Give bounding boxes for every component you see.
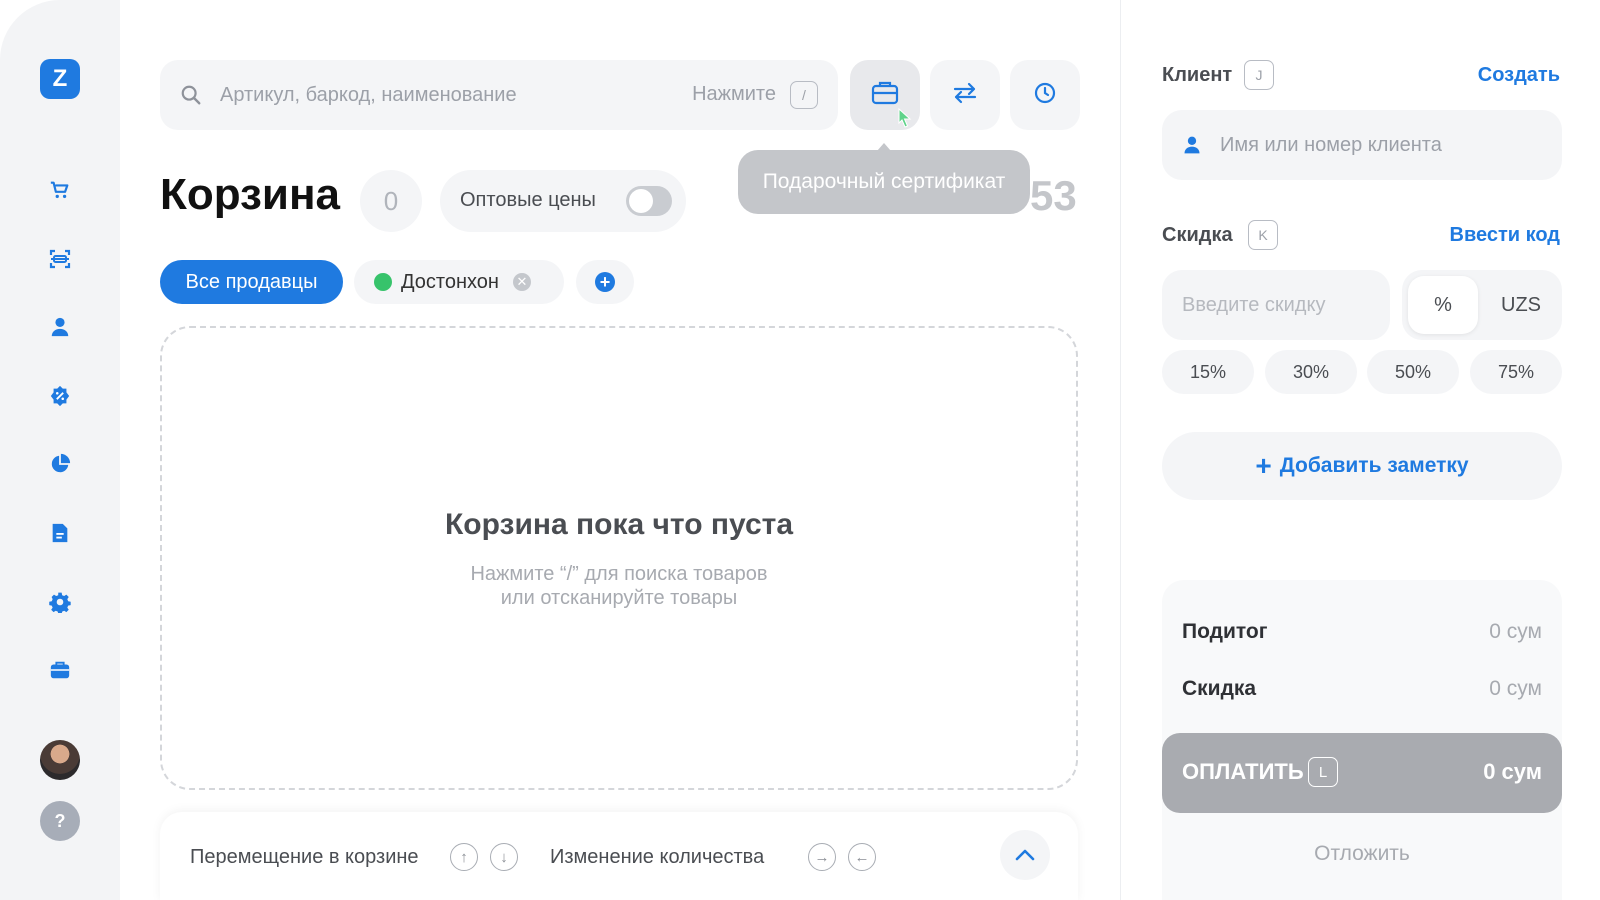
seller-name: Достонхон bbox=[401, 270, 499, 293]
search-icon bbox=[180, 84, 202, 111]
pay-amount: 0 сум bbox=[1483, 759, 1542, 784]
client-shortcut-key: J bbox=[1244, 60, 1274, 90]
pie-chart-icon[interactable] bbox=[48, 452, 72, 476]
wholesale-prices-label: Оптовые цены bbox=[460, 189, 596, 211]
enter-code-link[interactable]: Ввести код bbox=[1450, 224, 1561, 247]
unit-percent-option[interactable]: % bbox=[1408, 276, 1478, 334]
arrow-up-icon: ↑ bbox=[450, 843, 478, 871]
search-input[interactable] bbox=[220, 78, 660, 112]
user-icon bbox=[1182, 134, 1202, 161]
wholesale-switch[interactable] bbox=[626, 186, 672, 216]
document-icon[interactable] bbox=[48, 521, 72, 545]
create-client-link[interactable]: Создать bbox=[1478, 64, 1560, 87]
pay-shortcut-key: L bbox=[1308, 757, 1338, 787]
collapse-button[interactable] bbox=[1000, 830, 1050, 880]
shortcuts-bar: Перемещение в корзине ↑ ↓ Изменение коли… bbox=[160, 812, 1078, 900]
add-seller-button[interactable]: + bbox=[576, 260, 634, 304]
page-title: Корзина bbox=[160, 170, 340, 219]
cart-icon[interactable] bbox=[48, 178, 72, 202]
wholesale-prices-toggle[interactable]: Оптовые цены bbox=[440, 170, 686, 232]
discount-preset-75[interactable]: 75% bbox=[1470, 350, 1562, 394]
client-label: Клиент bbox=[1162, 64, 1233, 86]
subtotal-label: Подитог bbox=[1182, 620, 1268, 643]
mouse-cursor-icon bbox=[898, 107, 912, 133]
panel-divider bbox=[1120, 0, 1121, 900]
order-summary: Подитог 0 сум Скидка 0 сум ОПЛАТИТЬ L 0 … bbox=[1162, 580, 1562, 900]
discount-preset-15[interactable]: 15% bbox=[1162, 350, 1254, 394]
add-note-label: Добавить заметку bbox=[1279, 454, 1469, 477]
exchange-button[interactable] bbox=[930, 60, 1000, 130]
empty-cart-hint-line2: или отсканируйте товары bbox=[500, 587, 738, 609]
cart-dropzone: Корзина пока что пуста Нажмите “/” для п… bbox=[160, 326, 1078, 790]
discount-field bbox=[1162, 270, 1390, 340]
discount-shortcut-key: K bbox=[1248, 220, 1278, 250]
briefcase-icon[interactable] bbox=[48, 658, 72, 682]
summary-discount-value: 0 сум bbox=[1489, 677, 1542, 700]
swap-arrows-icon bbox=[952, 81, 978, 110]
arrow-right-icon: → bbox=[808, 843, 836, 871]
gift-card-icon bbox=[871, 80, 899, 111]
seller-status-dot bbox=[374, 273, 392, 291]
help-icon[interactable]: ? bbox=[40, 801, 80, 841]
subtotal-value: 0 сум bbox=[1489, 620, 1542, 643]
sidebar: Z ? bbox=[0, 0, 120, 900]
scanner-icon[interactable] bbox=[48, 247, 72, 271]
discount-input[interactable] bbox=[1182, 288, 1378, 322]
gift-certificate-tooltip: Подарочный сертификат bbox=[738, 150, 1030, 214]
gear-icon[interactable] bbox=[48, 590, 72, 614]
app-logo[interactable]: Z bbox=[40, 59, 80, 99]
discount-preset-30[interactable]: 30% bbox=[1265, 350, 1357, 394]
cart-count-badge: 0 bbox=[360, 170, 422, 232]
move-in-cart-label: Перемещение в корзине bbox=[190, 846, 419, 868]
plus-icon: + bbox=[1255, 450, 1272, 481]
discount-unit-toggle: % UZS bbox=[1402, 270, 1562, 340]
pay-label: ОПЛАТИТЬ bbox=[1182, 759, 1304, 784]
clock-icon bbox=[1033, 81, 1057, 110]
arrow-left-icon: ← bbox=[848, 843, 876, 871]
pay-button[interactable]: ОПЛАТИТЬ L 0 сум bbox=[1162, 733, 1562, 813]
postpone-button[interactable]: Отложить bbox=[1162, 842, 1562, 866]
all-sellers-chip[interactable]: Все продавцы bbox=[160, 260, 343, 304]
switch-knob bbox=[629, 189, 653, 213]
arrow-down-icon: ↓ bbox=[490, 843, 518, 871]
summary-discount-label: Скидка bbox=[1182, 677, 1257, 700]
unit-currency-option[interactable]: UZS bbox=[1486, 276, 1556, 334]
client-input[interactable] bbox=[1220, 128, 1540, 162]
change-quantity-label: Изменение количества bbox=[550, 846, 765, 868]
avatar[interactable] bbox=[40, 740, 80, 780]
discount-badge-icon[interactable] bbox=[48, 384, 72, 408]
user-icon[interactable] bbox=[48, 315, 72, 339]
add-note-button[interactable]: + Добавить заметку bbox=[1162, 432, 1562, 500]
discount-preset-50[interactable]: 50% bbox=[1367, 350, 1459, 394]
empty-cart-hint: Нажмите “/” для поиска товаров или отска… bbox=[162, 562, 1076, 610]
history-button[interactable] bbox=[1010, 60, 1080, 130]
hidden-value-text: 53 bbox=[1030, 172, 1077, 219]
client-search bbox=[1162, 110, 1562, 180]
discount-label: Скидка bbox=[1162, 224, 1233, 246]
empty-cart-title: Корзина пока что пуста bbox=[444, 508, 794, 541]
seller-chip[interactable]: Достонхон ✕ bbox=[354, 260, 564, 304]
empty-cart-hint-line1: Нажмите “/” для поиска товаров bbox=[470, 563, 768, 585]
plus-icon: + bbox=[595, 272, 615, 292]
chevron-up-icon bbox=[1015, 849, 1035, 861]
search-bar: Нажмите / bbox=[160, 60, 838, 130]
remove-seller-icon[interactable]: ✕ bbox=[512, 273, 531, 291]
search-hint: Нажмите bbox=[692, 83, 776, 105]
search-shortcut-key: / bbox=[790, 81, 818, 109]
